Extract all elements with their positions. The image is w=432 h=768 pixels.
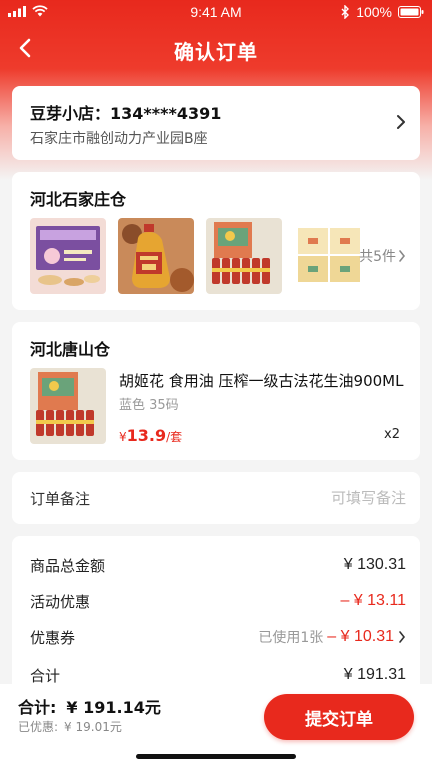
gift-box-thumbnail[interactable] [30, 218, 106, 294]
remark-input[interactable] [246, 484, 406, 512]
coupon-value: – ¥ 10.31 [327, 628, 394, 645]
bluetooth-icon [341, 5, 350, 19]
nav-bar: 确认订单 [0, 24, 432, 74]
address-name-phone: 豆芽小店：134****4391 [30, 104, 222, 123]
coupon-label: 优惠券 [30, 628, 76, 647]
promo-label: 活动优惠 [30, 592, 91, 611]
goods-total-label: 商品总金额 [30, 556, 106, 575]
saved-value: ¥ 19.01元 [64, 720, 122, 734]
warehouse-title: 河北唐山仓 [30, 340, 111, 359]
subtotal-value: ¥ 191.31 [343, 666, 406, 683]
battery-percent: 100% [356, 4, 392, 20]
more-items-link[interactable]: 共5件 [359, 246, 406, 266]
address-detail: 石家庄市融创动力产业园B座 [30, 131, 208, 147]
saved-line: 已优惠: ¥ 19.01元 [18, 718, 122, 735]
coupon-row[interactable]: 优惠券 已使用1张 – ¥ 10.31 [30, 626, 406, 648]
remark-label: 订单备注 [30, 490, 91, 508]
submit-order-button[interactable]: 提交订单 [264, 694, 414, 740]
price-currency: ¥ [119, 430, 127, 444]
product-price: ¥13.9/套 [119, 426, 182, 445]
warehouse-card: 河北石家庄仓 共5件 [12, 172, 420, 310]
subtotal-row: 合计 ¥ 191.31 [30, 664, 406, 686]
order-remark-card: 订单备注 [12, 472, 420, 524]
product-quantity: x2 [384, 427, 400, 442]
drink-gift-pack-thumbnail[interactable] [206, 218, 282, 294]
product-spec: 蓝色 35码 [119, 398, 179, 413]
battery-icon [398, 6, 424, 18]
subtotal-label: 合计 [30, 666, 61, 685]
status-right: 100% [341, 4, 424, 20]
chevron-right-icon [397, 115, 405, 129]
total-value: ¥ 191.14元 [66, 698, 161, 717]
more-items-label: 共5件 [359, 249, 396, 265]
promo-row: 活动优惠 – ¥ 13.11 [30, 590, 406, 612]
promo-value: – ¥ 13.11 [340, 592, 406, 609]
chevron-right-icon [399, 631, 406, 643]
price-summary-card: 商品总金额 ¥ 130.31 活动优惠 – ¥ 13.11 优惠券 已使用1张 … [12, 536, 420, 696]
product-thumbnail[interactable] [30, 368, 106, 444]
warehouse-card: 河北唐山仓 胡姬花 食用油 压榨一级古法花生油900ML 蓝色 35码 ¥13.… [12, 322, 420, 460]
product-thumbnails[interactable] [30, 218, 370, 294]
total-line: 合计: ¥ 191.14元 [18, 694, 161, 718]
warehouse-title: 河北石家庄仓 [30, 190, 127, 209]
page-title: 确认订单 [174, 40, 258, 64]
address-card[interactable]: 豆芽小店：134****4391 石家庄市融创动力产业园B座 [12, 86, 420, 160]
goods-total-value: ¥ 130.31 [343, 556, 406, 573]
product-name: 胡姬花 食用油 压榨一级古法花生油900ML [119, 372, 404, 390]
goods-total-row: 商品总金额 ¥ 130.31 [30, 554, 406, 576]
price-unit: /套 [166, 430, 183, 444]
coupon-value-group: 已使用1张 – ¥ 10.31 [258, 627, 406, 647]
home-indicator [136, 754, 296, 759]
total-label: 合计: [18, 698, 57, 717]
coupon-used-text: 已使用1张 [258, 630, 324, 646]
peanut-oil-thumbnail[interactable] [118, 218, 194, 294]
saved-label: 已优惠: [18, 720, 59, 734]
price-value: 13.9 [126, 426, 167, 445]
status-bar: 9:41 AM 100% [0, 0, 432, 24]
chevron-right-icon [399, 250, 406, 262]
